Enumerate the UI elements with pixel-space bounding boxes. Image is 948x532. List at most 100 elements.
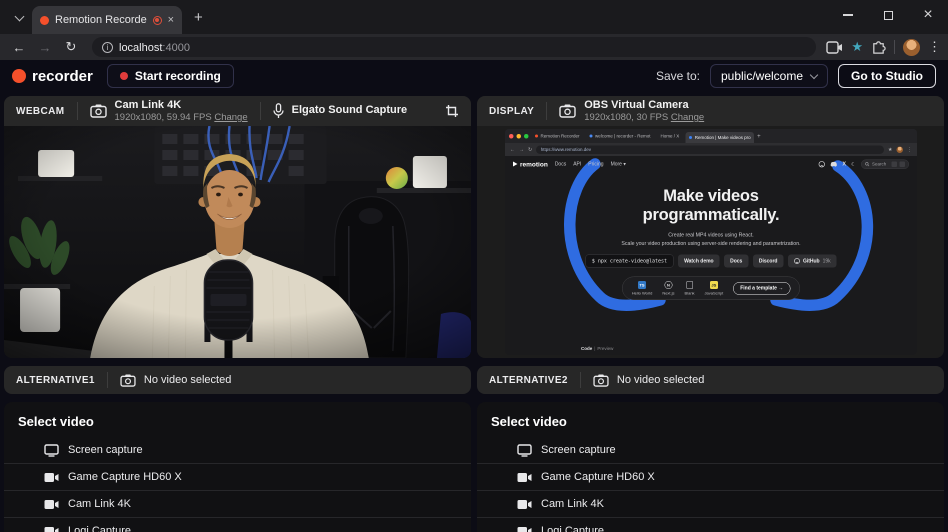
remotion-logo: remotion	[513, 160, 548, 168]
display-change-link[interactable]: Change	[671, 112, 704, 123]
display-label: DISPLAY	[477, 106, 546, 117]
camcorder-icon	[44, 472, 59, 483]
nav-link-more: More ▾	[610, 161, 625, 167]
nav-link-pricing: Pricing	[588, 161, 603, 167]
site-info-icon[interactable]: i	[102, 42, 113, 53]
display-preview: Remotion Recorder welcome | recorder - R…	[477, 126, 944, 358]
webcam-panel: WEBCAM Cam Link 4K 1920x1080, 59.94 FPS …	[4, 96, 471, 358]
minimize-button[interactable]	[828, 0, 868, 30]
search-icon	[865, 162, 870, 167]
browser-menu-icon[interactable]: ⋮	[928, 39, 940, 55]
github-icon	[818, 161, 825, 168]
new-tab-button[interactable]: +	[194, 9, 203, 26]
dark-mode-icon: ☾	[851, 161, 856, 168]
camcorder-icon	[44, 526, 59, 532]
mac-zoom-icon	[524, 134, 529, 139]
docs-button: Docs	[724, 255, 748, 268]
maximize-button[interactable]	[868, 0, 908, 30]
divider	[894, 40, 895, 54]
select-video-panel-left: Select video Screen capture Game Capture…	[4, 402, 471, 532]
template-nextjs: NNext.js	[662, 281, 674, 296]
nav-link-docs: Docs	[554, 161, 565, 167]
find-template-button: Find a template →	[733, 282, 790, 295]
tab-close-icon[interactable]: ×	[168, 14, 174, 26]
address-bar[interactable]: i localhost:4000	[92, 37, 816, 57]
webcam-label: WEBCAM	[4, 106, 77, 117]
recorder-logo-text: recorder	[32, 68, 93, 85]
record-dot-icon	[120, 72, 128, 80]
webcam-video-frame	[4, 126, 471, 358]
blank-doc-icon	[686, 281, 693, 289]
save-to-label: Save to:	[656, 69, 700, 83]
video-source-logi-capture[interactable]: Logi Capture	[4, 518, 471, 532]
cmd-key-icon	[891, 161, 897, 167]
reload-button[interactable]: ↻	[60, 39, 82, 55]
video-source-cam-link[interactable]: Cam Link 4K	[477, 491, 944, 518]
camcorder-icon	[517, 499, 532, 510]
github-icon	[793, 258, 799, 264]
url-port: :4000	[162, 42, 190, 54]
reload-icon: ↻	[528, 147, 532, 153]
alternative1-label: ALTERNATIVE1	[4, 375, 107, 386]
video-source-game-capture[interactable]: Game Capture HD60 X	[4, 464, 471, 491]
back-button[interactable]: ←	[8, 40, 30, 55]
recorder-logo: recorder	[12, 68, 93, 85]
github-button: GitHub 19k	[787, 255, 836, 268]
webcam-device-meta: 1920x1080, 59.94 FPS	[115, 112, 212, 123]
captured-toolbar: ← → ↻ https://www.remotion.dev ★ ⋮	[505, 143, 917, 156]
mac-minimize-icon	[516, 134, 521, 139]
hero-subtitle-1: Create real MP4 videos using React.	[505, 231, 917, 239]
url-host: localhost	[119, 42, 162, 54]
app-header: recorder Start recording Save to: public…	[0, 60, 948, 92]
mic-device[interactable]: Elgato Sound Capture	[261, 103, 420, 119]
alternative2-panel: ALTERNATIVE2 No video selected	[477, 366, 944, 394]
close-button[interactable]: ×	[908, 0, 948, 30]
tab-search-button[interactable]	[6, 7, 32, 29]
crop-button[interactable]	[433, 104, 471, 118]
hero-subtitle-2: Scale your video production using server…	[505, 239, 917, 247]
captured-address-bar: https://www.remotion.dev	[536, 145, 884, 154]
camera-icon	[90, 104, 107, 118]
video-source-cam-link[interactable]: Cam Link 4K	[4, 491, 471, 518]
webcam-panel-header: WEBCAM Cam Link 4K 1920x1080, 59.94 FPS …	[4, 96, 471, 126]
tab-title: Remotion Recorder	[55, 14, 147, 26]
alternative1-status: No video selected	[144, 374, 231, 386]
hero-title-line1: Make videos	[505, 186, 917, 205]
video-source-game-capture[interactable]: Game Capture HD60 X	[477, 464, 944, 491]
mac-close-icon	[509, 134, 514, 139]
discord-icon	[829, 161, 837, 167]
typescript-icon: TS	[638, 281, 646, 289]
captured-tabstrip: Remotion Recorder welcome | recorder - R…	[505, 129, 917, 143]
start-recording-button[interactable]: Start recording	[107, 64, 234, 88]
webcam-change-link[interactable]: Change	[214, 112, 247, 123]
javascript-icon: JS	[709, 281, 717, 289]
captured-tab-3: Home / X	[656, 131, 682, 141]
save-target-select[interactable]: public/welcome	[710, 64, 828, 88]
forward-icon: →	[519, 147, 524, 153]
video-source-screen-capture[interactable]: Screen capture	[477, 437, 944, 464]
video-source-logi-capture[interactable]: Logi Capture	[477, 518, 944, 532]
camcorder-icon	[44, 499, 59, 510]
maximize-icon	[884, 11, 893, 20]
microphone-icon	[273, 103, 284, 119]
camera-icon	[120, 374, 136, 387]
site-search: Search	[861, 159, 909, 169]
extensions-icon[interactable]	[871, 40, 886, 55]
hero-section: Make videos programmatically. Create rea…	[505, 172, 917, 355]
new-tab-icon: +	[757, 133, 761, 140]
forward-button[interactable]: →	[34, 40, 56, 55]
menu-icon: ⋮	[907, 147, 912, 153]
webcam-device[interactable]: Cam Link 4K 1920x1080, 59.94 FPS Change	[78, 99, 260, 124]
bookmark-star-icon[interactable]: ★	[851, 39, 863, 55]
monitor-icon	[44, 444, 59, 457]
minimize-icon	[843, 14, 853, 16]
tab-capture-icon	[826, 41, 843, 54]
video-source-screen-capture[interactable]: Screen capture	[4, 437, 471, 464]
display-device-name: OBS Virtual Camera	[584, 99, 704, 112]
go-to-studio-button[interactable]: Go to Studio	[838, 64, 936, 88]
k-key-icon	[899, 161, 905, 167]
webcam-device-name: Cam Link 4K	[115, 99, 248, 112]
profile-avatar[interactable]	[903, 39, 920, 56]
display-device[interactable]: OBS Virtual Camera 1920x1080, 30 FPS Cha…	[547, 99, 716, 124]
browser-tab-remotion-recorder[interactable]: Remotion Recorder ×	[32, 6, 182, 34]
